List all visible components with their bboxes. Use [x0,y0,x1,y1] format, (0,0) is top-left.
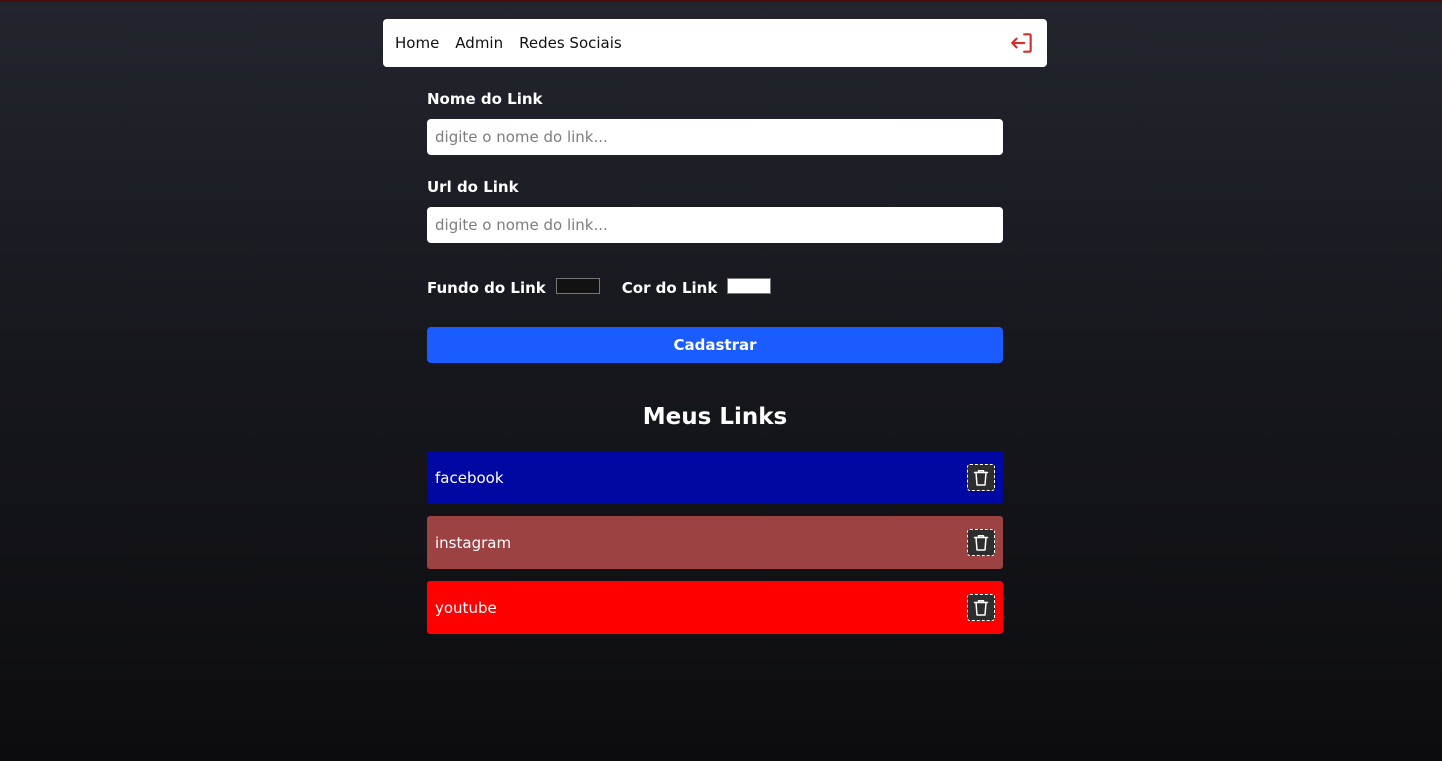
link-url-input[interactable] [427,207,1003,243]
background-color-picker[interactable] [555,278,600,294]
navbar: Home Admin Redes Sociais [383,19,1047,67]
nav-links: Home Admin Redes Sociais [395,19,638,67]
my-links-title: Meus Links [642,404,788,430]
nav-link-redes-sociais[interactable]: Redes Sociais [519,34,622,52]
top-border-line [0,0,1442,2]
trash-icon [973,599,989,616]
text-color-picker[interactable] [727,278,772,294]
links-list: facebook instagram youtube [427,451,1003,646]
link-item-youtube[interactable]: youtube [427,581,1003,634]
link-name-label: Nome do Link [427,90,543,108]
delete-link-button[interactable] [967,464,995,491]
link-item-name: youtube [435,598,497,617]
logout-button[interactable] [1009,30,1035,56]
link-item-name: facebook [435,468,504,487]
background-color-label: Fundo do Link [427,279,546,297]
nav-link-admin[interactable]: Admin [455,34,503,52]
link-item-facebook[interactable]: facebook [427,451,1003,504]
trash-icon [973,469,989,486]
delete-link-button[interactable] [967,529,995,556]
link-item-name: instagram [435,533,512,552]
link-item-instagram[interactable]: instagram [427,516,1003,569]
color-picker-row: Fundo do Link Cor do Link [427,278,772,298]
link-name-input[interactable] [427,119,1003,155]
cadastrar-button[interactable]: Cadastrar [427,327,1003,363]
nav-link-home[interactable]: Home [395,34,439,52]
logout-icon [1011,33,1032,53]
text-color-label: Cor do Link [621,279,718,297]
trash-icon [973,534,989,551]
link-url-label: Url do Link [427,178,519,196]
delete-link-button[interactable] [967,594,995,621]
